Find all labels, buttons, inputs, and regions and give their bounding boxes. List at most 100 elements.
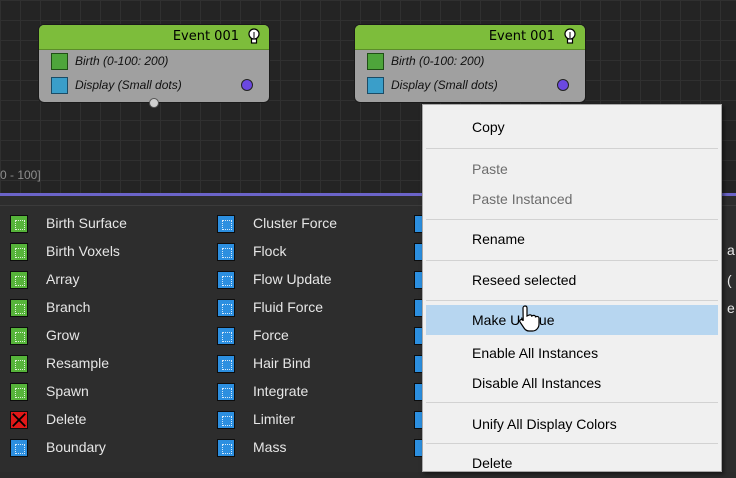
event-operator-row[interactable]: Birth (0-100: 200) — [355, 50, 585, 74]
clipped-text: e — [727, 300, 735, 316]
depot-item-force[interactable]: Force — [217, 324, 417, 352]
depot-item-label: Branch — [46, 299, 91, 315]
lightbulb-icon[interactable] — [247, 28, 261, 45]
clipped-text: a — [727, 242, 735, 258]
menu-item-label: Copy — [472, 119, 505, 135]
menu-separator — [426, 148, 718, 149]
display-color-dot[interactable] — [557, 79, 569, 91]
depot-item-label: Birth Voxels — [46, 243, 120, 259]
depot-item-limiter[interactable]: Limiter — [217, 408, 417, 436]
cluster-force-icon — [217, 215, 235, 233]
event-node-header[interactable]: Event 001 — [355, 25, 585, 50]
clipped-text: ( — [727, 272, 732, 288]
event-node-header[interactable]: Event 001 — [39, 25, 269, 50]
depot-item-delete[interactable]: Delete — [10, 408, 210, 436]
menu-item-label: Enable All Instances — [472, 345, 599, 361]
menu-item-label: Rename — [472, 231, 525, 247]
menu-item-disable-all-instances[interactable]: Disable All Instances — [426, 368, 718, 398]
timeline-range-label: 0 - 100] — [0, 168, 41, 182]
spawn-icon — [10, 383, 28, 401]
event-operator-row[interactable]: Display (Small dots) — [39, 74, 269, 98]
depot-item-birth-surface[interactable]: Birth Surface — [10, 212, 210, 240]
depot-column-1: Birth Surface Birth Voxels Array Branch … — [10, 212, 210, 464]
depot-item-cluster-force[interactable]: Cluster Force — [217, 212, 417, 240]
depot-item-birth-voxels[interactable]: Birth Voxels — [10, 240, 210, 268]
menu-item-paste-instanced[interactable]: Paste Instanced — [426, 184, 718, 214]
depot-item-boundary[interactable]: Boundary — [10, 436, 210, 464]
menu-item-label: Reseed selected — [472, 272, 577, 288]
resample-icon — [10, 355, 28, 373]
flock-icon — [217, 243, 235, 261]
menu-item-label: Paste Instanced — [472, 191, 573, 207]
depot-item-label: Flock — [253, 243, 287, 259]
depot-item-label: Force — [253, 327, 289, 343]
menu-separator — [426, 219, 718, 220]
menu-item-unify-all-display-colors[interactable]: Unify All Display Colors — [426, 409, 718, 439]
birth-voxels-icon — [10, 243, 28, 261]
menu-item-reseed-selected[interactable]: Reseed selected — [426, 265, 718, 295]
flow-update-icon — [217, 271, 235, 289]
integrate-icon — [217, 383, 235, 401]
output-port[interactable] — [149, 98, 159, 108]
menu-item-make-unique[interactable]: Make Unique — [426, 305, 718, 335]
depot-item-branch[interactable]: Branch — [10, 296, 210, 324]
event-node-title: Event 001 — [172, 29, 239, 44]
display-icon — [51, 77, 68, 94]
menu-item-copy[interactable]: Copy — [426, 112, 718, 142]
event-operator-row[interactable]: Birth (0-100: 200) — [39, 50, 269, 74]
event-node[interactable]: Event 001 Birth (0-100: 200) Display (Sm… — [38, 24, 270, 108]
depot-item-label: Spawn — [46, 383, 89, 399]
depot-item-label: Boundary — [46, 439, 106, 455]
menu-item-label: Delete — [472, 455, 513, 471]
depot-item-flow-update[interactable]: Flow Update — [217, 268, 417, 296]
fluid-force-icon — [217, 299, 235, 317]
hand-cursor-icon — [519, 305, 540, 332]
event-operator-row[interactable]: Display (Small dots) — [355, 74, 585, 98]
depot-item-label: Resample — [46, 355, 110, 371]
event-node[interactable]: Event 001 Birth (0-100: 200) Display (Sm… — [354, 24, 586, 103]
display-color-dot[interactable] — [241, 79, 253, 91]
depot-item-label: Limiter — [253, 411, 296, 427]
operator-label: Birth (0-100: 200) — [391, 54, 485, 68]
menu-item-delete[interactable]: Delete — [426, 448, 718, 478]
birth-icon — [367, 53, 384, 70]
display-icon — [367, 77, 384, 94]
depot-item-label: Mass — [253, 439, 287, 455]
menu-item-label: Make Unique — [472, 312, 555, 328]
depot-item-mass[interactable]: Mass — [217, 436, 417, 464]
depot-item-integrate[interactable]: Integrate — [217, 380, 417, 408]
depot-item-fluid-force[interactable]: Fluid Force — [217, 296, 417, 324]
mass-icon — [217, 439, 235, 457]
depot-item-label: Birth Surface — [46, 215, 127, 231]
depot-item-label: Integrate — [253, 383, 309, 399]
menu-separator — [426, 443, 718, 444]
operator-label: Display (Small dots) — [75, 78, 182, 92]
menu-item-enable-all-instances[interactable]: Enable All Instances — [426, 338, 718, 368]
menu-item-label: Disable All Instances — [472, 375, 602, 391]
menu-item-label: Paste — [472, 161, 508, 177]
depot-item-label: Grow — [46, 327, 80, 343]
menu-item-paste[interactable]: Paste — [426, 154, 718, 184]
branch-icon — [10, 299, 28, 317]
depot-item-array[interactable]: Array — [10, 268, 210, 296]
depot-item-resample[interactable]: Resample — [10, 352, 210, 380]
menu-separator — [426, 402, 718, 403]
operator-label: Display (Small dots) — [391, 78, 498, 92]
boundary-icon — [10, 439, 28, 457]
depot-item-label: Hair Bind — [253, 355, 311, 371]
lightbulb-icon[interactable] — [563, 28, 577, 45]
depot-item-flock[interactable]: Flock — [217, 240, 417, 268]
depot-item-label: Delete — [46, 411, 87, 427]
depot-column-2: Cluster Force Flock Flow Update Fluid Fo… — [217, 212, 417, 464]
menu-item-label: Unify All Display Colors — [472, 416, 617, 432]
birth-icon — [51, 53, 68, 70]
depot-item-hair-bind[interactable]: Hair Bind — [217, 352, 417, 380]
depot-item-label: Cluster Force — [253, 215, 338, 231]
menu-item-rename[interactable]: Rename — [426, 224, 718, 254]
limiter-icon — [217, 411, 235, 429]
context-menu: Copy Paste Paste Instanced Rename Reseed… — [422, 104, 722, 472]
menu-separator — [426, 300, 718, 301]
depot-item-grow[interactable]: Grow — [10, 324, 210, 352]
force-icon — [217, 327, 235, 345]
depot-item-spawn[interactable]: Spawn — [10, 380, 210, 408]
